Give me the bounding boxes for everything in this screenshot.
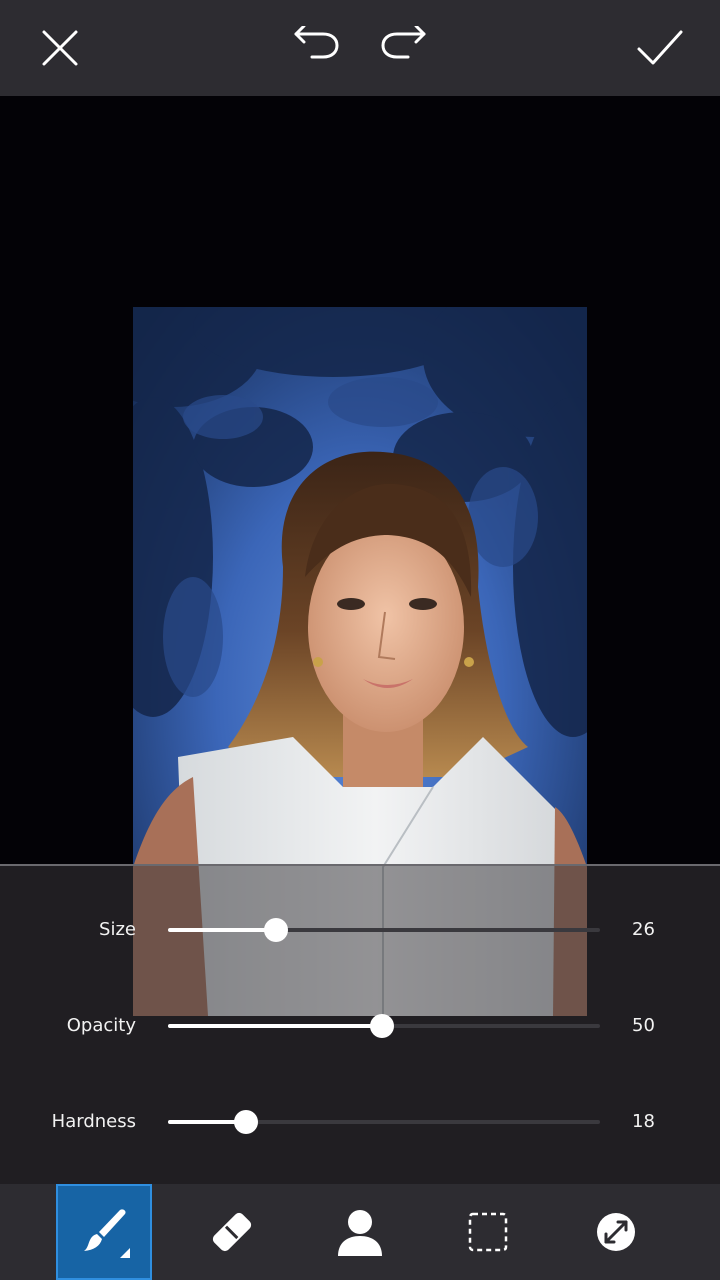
apply-button[interactable] [630, 18, 690, 78]
top-bar [0, 0, 720, 96]
close-icon [42, 30, 78, 66]
photo-editor-screen: Size 26 Opacity 50 Hardness 18 [0, 0, 720, 1280]
person-tool-button[interactable] [312, 1184, 408, 1280]
selection-icon [468, 1212, 508, 1252]
opacity-value: 50 [632, 1015, 655, 1036]
hardness-value: 18 [632, 1111, 655, 1132]
brush-icon [84, 1209, 130, 1258]
redo-icon [381, 26, 426, 59]
size-label: Size [99, 919, 136, 940]
selection-tool-button[interactable] [440, 1184, 536, 1280]
size-value: 26 [632, 919, 655, 940]
hardness-slider[interactable] [168, 1110, 600, 1134]
hardness-slider-thumb[interactable] [234, 1110, 258, 1134]
close-button[interactable] [30, 18, 90, 78]
size-slider-row: Size 26 [0, 910, 720, 950]
size-slider[interactable] [168, 918, 600, 942]
invert-icon [597, 1213, 635, 1251]
checkmark-icon [637, 30, 683, 65]
person-icon [338, 1210, 382, 1256]
redo-button[interactable] [374, 18, 434, 78]
undo-icon [294, 26, 339, 59]
undo-button[interactable] [286, 18, 346, 78]
opacity-slider-thumb[interactable] [370, 1014, 394, 1038]
size-slider-fill [168, 928, 276, 932]
opacity-slider-fill [168, 1024, 382, 1028]
hardness-label: Hardness [51, 1111, 136, 1132]
brush-settings-panel: Size 26 Opacity 50 Hardness 18 [0, 864, 720, 1186]
brush-tool-button[interactable] [56, 1184, 152, 1280]
eraser-icon [212, 1212, 252, 1252]
size-slider-thumb[interactable] [264, 918, 288, 942]
tool-bar [0, 1184, 720, 1280]
opacity-slider[interactable] [168, 1014, 600, 1038]
invert-tool-button[interactable] [568, 1184, 664, 1280]
opacity-slider-row: Opacity 50 [0, 1006, 720, 1046]
hardness-slider-row: Hardness 18 [0, 1102, 720, 1142]
eraser-tool-button[interactable] [184, 1184, 280, 1280]
opacity-label: Opacity [66, 1015, 136, 1036]
